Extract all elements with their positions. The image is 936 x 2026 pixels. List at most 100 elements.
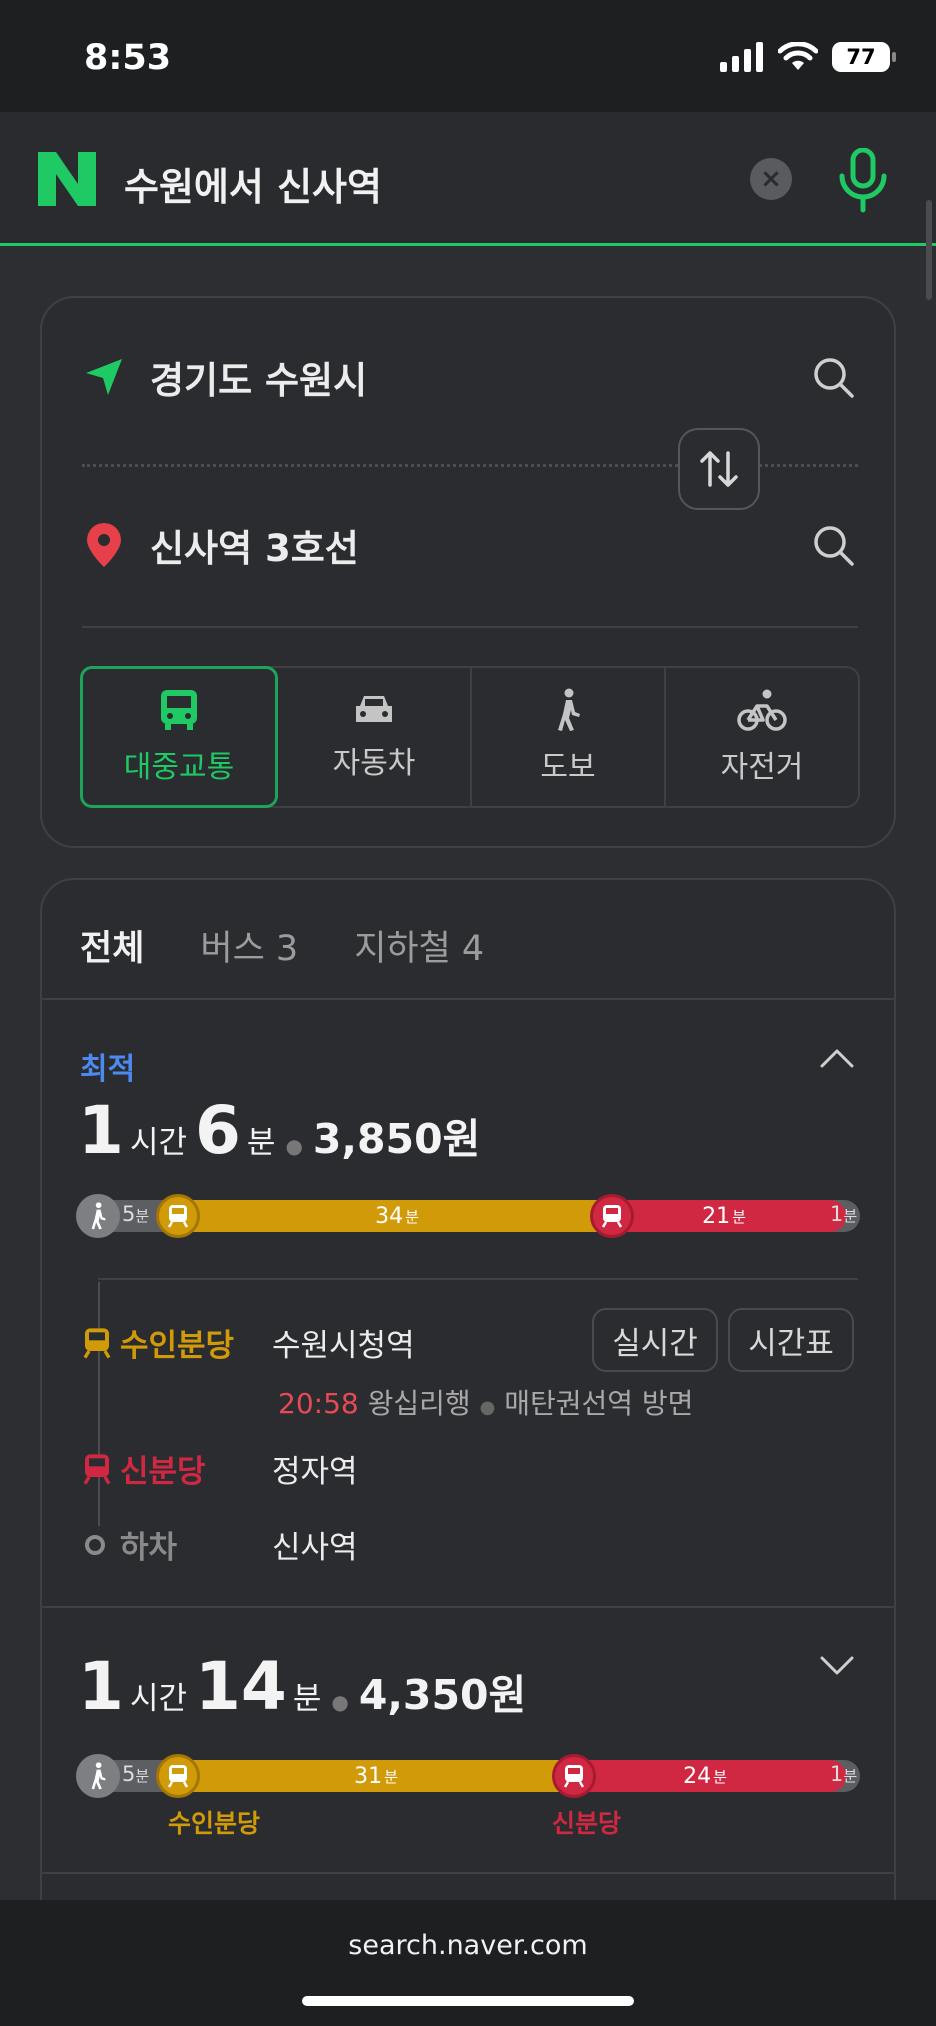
line-label: 신분당	[82, 1446, 272, 1491]
swap-button[interactable]	[678, 428, 760, 510]
microphone-icon[interactable]	[836, 148, 890, 214]
tab-subway[interactable]: 지하철 4	[354, 920, 484, 971]
divider	[42, 998, 894, 1000]
segment-minutes: 31	[354, 1763, 383, 1789]
line-name: 수인분당	[120, 1328, 235, 1364]
search-bar: 수원에서 신사역 ×	[0, 112, 936, 246]
minutes: 1	[830, 1202, 844, 1226]
wifi-icon	[778, 42, 818, 70]
status-bar: 8:53 77	[0, 0, 936, 112]
mode-label: 자동차	[332, 746, 416, 781]
naver-logo-icon[interactable]	[38, 152, 96, 206]
segment-unit: 분	[713, 1767, 727, 1786]
walk-minutes: 5분	[122, 1202, 149, 1226]
route-timeline-bar[interactable]: 31 분 24 분 5분 1분	[76, 1754, 860, 1798]
search-icon[interactable]	[812, 356, 854, 398]
status-icons: 77	[720, 42, 896, 72]
segment-minutes: 21	[702, 1203, 731, 1229]
route-timeline-bar[interactable]: 34 분 21 분 5분 1분	[76, 1194, 860, 1238]
subway-icon	[83, 1327, 111, 1359]
mode-transit-tab[interactable]: 대중교통	[80, 666, 278, 808]
car-icon	[356, 696, 392, 722]
mode-car-tab[interactable]: 자동차	[278, 668, 472, 806]
minutes-unit: 분	[843, 1207, 858, 1225]
route-card: 경기도 수원시 신사역 3호선 대중교통 자동차 도보 자전거	[40, 296, 896, 848]
line-name: 신분당	[120, 1454, 206, 1490]
clear-button[interactable]: ×	[750, 158, 792, 200]
hours-unit: 시간	[129, 1681, 187, 1717]
mode-walk-tab[interactable]: 도보	[472, 668, 666, 806]
tab-all[interactable]: 전체	[80, 920, 144, 971]
line-label: 하차	[82, 1522, 272, 1567]
best-badge: 최적	[80, 1052, 136, 1087]
location-pin-icon	[87, 523, 121, 567]
route-step[interactable]: 하차 신사역	[82, 1522, 358, 1567]
chevron-down-icon[interactable]	[820, 1656, 854, 1676]
segment-unit: 분	[384, 1767, 398, 1786]
results-card: 전체 버스 3 지하철 4 최적 1 시간 6 분 ● 3,850원 34 분 2…	[40, 878, 896, 2026]
route-step[interactable]: 신분당 정자역	[82, 1446, 358, 1491]
search-input[interactable]: 수원에서 신사역	[124, 156, 382, 211]
transport-modes: 대중교통 자동차 도보 자전거	[80, 666, 860, 808]
minutes: 5	[122, 1762, 136, 1786]
divider	[42, 1606, 894, 1608]
minutes-unit: 분	[246, 1125, 276, 1161]
subway-red-segment: 24 분	[564, 1760, 846, 1792]
walk-minutes: 1분	[830, 1202, 857, 1226]
separator-dot: ●	[479, 1397, 496, 1418]
separator-dot: ●	[285, 1134, 303, 1158]
route-duration[interactable]: 1 시간 14 분 ● 4,350원	[78, 1648, 526, 1725]
minutes: 5	[122, 1202, 136, 1226]
bus-icon	[161, 690, 197, 730]
subway-yellow-segment: 31 분	[162, 1760, 590, 1792]
realtime-button[interactable]: 실시간	[592, 1308, 718, 1372]
route-duration: 1 시간 6 분 ● 3,850원	[78, 1092, 480, 1169]
battery-indicator: 77	[832, 42, 896, 72]
walk-icon	[558, 688, 580, 731]
search-icon[interactable]	[812, 524, 854, 566]
walk-minutes: 5분	[122, 1762, 149, 1786]
url-bar[interactable]: search.naver.com	[0, 1930, 936, 1961]
subway-icon	[156, 1194, 200, 1238]
minutes-unit: 분	[135, 1767, 150, 1785]
location-arrow-icon	[86, 359, 122, 395]
walk-minutes: 1분	[830, 1762, 857, 1786]
home-indicator[interactable]	[302, 1996, 634, 2006]
fare: 4,350원	[358, 1671, 527, 1719]
browser-bottom-bar: search.naver.com	[0, 1900, 936, 2026]
route-step[interactable]: 수인분당 수원시청역	[82, 1320, 415, 1365]
divider	[42, 1872, 894, 1874]
subway-red-segment: 21 분	[602, 1200, 846, 1232]
hours-value: 1	[78, 1092, 124, 1169]
bicycle-icon	[737, 689, 787, 731]
minutes-unit: 분	[135, 1207, 150, 1225]
line-label: 수인분당	[82, 1320, 272, 1365]
chevron-up-icon[interactable]	[820, 1048, 854, 1068]
segment-minutes: 24	[683, 1763, 712, 1789]
origin-row[interactable]: 경기도 수원시	[84, 350, 854, 404]
tab-bus[interactable]: 버스 3	[200, 920, 298, 971]
segment-minutes: 34	[375, 1203, 404, 1229]
minutes-unit: 분	[292, 1681, 322, 1717]
segment-unit: 분	[732, 1207, 746, 1226]
hours-value: 1	[78, 1648, 124, 1725]
timetable-button[interactable]: 시간표	[728, 1308, 854, 1372]
station-name: 수원시청역	[272, 1328, 415, 1364]
next-train-time: 20:58	[278, 1387, 359, 1420]
scrollbar[interactable]	[926, 200, 932, 300]
hours-unit: 시간	[129, 1125, 187, 1161]
line-label: 신분당	[552, 1809, 622, 1838]
destination-row[interactable]: 신사역 3호선	[84, 518, 854, 572]
subway-yellow-segment: 34 분	[162, 1200, 632, 1232]
subway-icon	[156, 1754, 200, 1798]
next-train-destination: 왕십리행	[367, 1387, 471, 1420]
swap-arrows-icon	[700, 451, 738, 487]
station-name: 정자역	[272, 1454, 358, 1490]
origin-label: 경기도 수원시	[150, 359, 368, 402]
subway-icon	[590, 1194, 634, 1238]
divider	[82, 626, 858, 628]
segment-unit: 분	[405, 1207, 419, 1226]
mode-bicycle-tab[interactable]: 자전거	[666, 668, 858, 806]
next-train-info: 20:58 왕십리행 ● 매탄권선역 방면	[278, 1382, 693, 1422]
direction: 매탄권선역 방면	[504, 1387, 694, 1420]
